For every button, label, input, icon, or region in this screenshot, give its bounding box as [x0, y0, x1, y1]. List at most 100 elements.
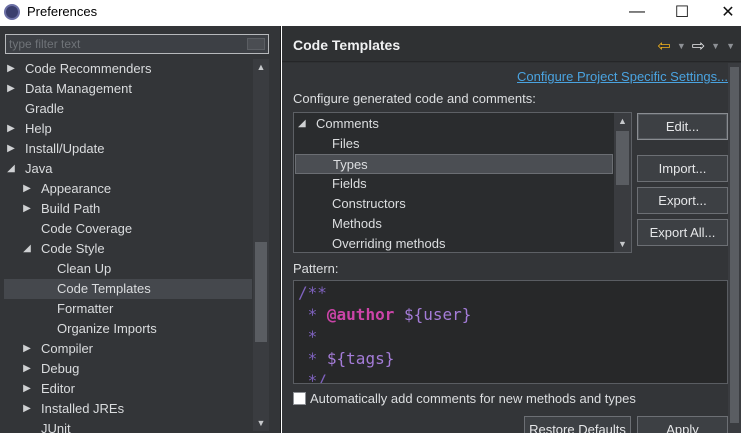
preferences-tree: ▶ Code Recommenders ▶ Data Management Gr…	[0, 59, 252, 433]
scrollbar-thumb[interactable]	[616, 131, 629, 185]
minimize-button[interactable]: —	[617, 0, 657, 24]
tree-item-appearance[interactable]: ▶ Appearance	[0, 179, 252, 199]
pattern-line: * @author ${user}	[298, 305, 472, 324]
auto-comments-checkbox[interactable]	[293, 392, 306, 405]
expand-arrow-icon[interactable]: ▶	[22, 179, 32, 199]
edit-button[interactable]: Edit...	[637, 113, 728, 140]
template-item-files[interactable]: Files	[294, 134, 614, 154]
template-item-overriding-methods[interactable]: Overriding methods	[294, 234, 614, 254]
tree-scrollbar[interactable]: ▲ ▼	[253, 59, 269, 431]
eclipse-app-icon	[4, 4, 20, 20]
tree-item-label: Organize Imports	[57, 321, 157, 336]
tree-item-code-coverage[interactable]: Code Coverage	[0, 219, 252, 239]
pattern-label: Pattern:	[293, 261, 339, 276]
scroll-down-icon[interactable]: ▼	[253, 415, 269, 431]
tree-item-editor[interactable]: ▶ Editor	[0, 379, 252, 399]
history-navigation: ⇦ ▼ ⇨ ▼ ▼	[657, 36, 735, 56]
forward-arrow-icon[interactable]: ⇨	[692, 36, 705, 56]
tree-item-organize-imports[interactable]: Organize Imports	[0, 319, 252, 339]
tree-item-installed-jres[interactable]: ▶ Installed JREs	[0, 399, 252, 419]
view-menu-icon[interactable]: ▼	[726, 41, 735, 51]
auto-comments-option[interactable]: Automatically add comments for new metho…	[293, 391, 636, 406]
import-button[interactable]: Import...	[637, 155, 728, 182]
configure-project-settings-link[interactable]: Configure Project Specific Settings...	[517, 69, 728, 84]
tree-item-build-path[interactable]: ▶ Build Path	[0, 199, 252, 219]
preference-page: Code Templates ⇦ ▼ ⇨ ▼ ▼ Configure Proje…	[282, 26, 741, 433]
expand-arrow-icon[interactable]: ▶	[22, 359, 32, 379]
expand-arrow-icon[interactable]: ▶	[6, 59, 16, 79]
pattern-line: /**	[298, 283, 327, 302]
template-item-fields[interactable]: Fields	[294, 174, 614, 194]
tree-item-compiler[interactable]: ▶ Compiler	[0, 339, 252, 359]
comment-prefix: *	[298, 305, 327, 324]
preferences-navigation-pane: ▶ Code Recommenders ▶ Data Management Gr…	[0, 26, 281, 433]
tree-item-help[interactable]: ▶ Help	[0, 119, 252, 139]
tree-item-junit[interactable]: JUnit	[0, 419, 252, 433]
tree-item-code-style[interactable]: ◢ Code Style	[0, 239, 252, 259]
tree-item-label: Appearance	[41, 181, 112, 196]
restore-defaults-button[interactable]: Restore Defaults	[524, 416, 631, 433]
pattern-line: */	[298, 371, 327, 384]
filter-field[interactable]	[5, 34, 269, 54]
template-item-comments[interactable]: ◢ Comments	[294, 114, 614, 134]
export-all-button[interactable]: Export All...	[637, 219, 728, 246]
comment-prefix: *	[298, 349, 327, 368]
tree-item-clean-up[interactable]: Clean Up	[0, 259, 252, 279]
template-item-types[interactable]: Types	[295, 154, 613, 174]
tree-item-label: Gradle	[25, 101, 65, 116]
page-description: Configure generated code and comments:	[293, 91, 536, 106]
tree-item-code-templates[interactable]: Code Templates	[4, 279, 252, 299]
maximize-button[interactable]: ☐	[662, 0, 702, 24]
tree-item-label: Debug	[41, 361, 80, 376]
templates-tree[interactable]: ◢ Comments Files Types Fields Constructo…	[293, 112, 632, 253]
javadoc-author-tag: @author	[326, 305, 395, 324]
tree-item-label: Clean Up	[57, 261, 112, 276]
clear-filter-button[interactable]	[247, 38, 265, 50]
expand-arrow-icon[interactable]: ▶	[22, 379, 32, 399]
expand-arrow-icon[interactable]: ▶	[6, 139, 16, 159]
expand-arrow-icon[interactable]: ▶	[22, 399, 32, 419]
tree-item-gradle[interactable]: Gradle	[0, 99, 252, 119]
template-item-label: Fields	[332, 176, 367, 191]
tree-item-label: Code Recommenders	[25, 61, 152, 76]
collapse-arrow-icon[interactable]: ◢	[298, 114, 306, 134]
forward-dropdown-icon[interactable]: ▼	[711, 41, 720, 51]
filter-input[interactable]	[6, 35, 244, 53]
close-button[interactable]: ✕	[708, 0, 741, 24]
scrollbar-thumb[interactable]	[730, 67, 739, 423]
tree-item-formatter[interactable]: Formatter	[0, 299, 252, 319]
template-item-label: Constructors	[332, 196, 406, 211]
expand-arrow-icon[interactable]: ▶	[6, 79, 16, 99]
template-item-label: Files	[332, 136, 360, 151]
tree-item-label: Help	[25, 121, 52, 136]
apply-button[interactable]: Apply	[637, 416, 728, 433]
page-scrollbar[interactable]	[728, 63, 741, 433]
templates-scrollbar[interactable]: ▲ ▼	[614, 113, 631, 252]
scroll-up-icon[interactable]: ▲	[253, 59, 269, 75]
page-content: Configure Project Specific Settings... C…	[282, 63, 741, 433]
expand-arrow-icon[interactable]: ▶	[6, 119, 16, 139]
expand-arrow-icon[interactable]: ▶	[22, 339, 32, 359]
tree-item-java[interactable]: ◢ Java	[0, 159, 252, 179]
tree-item-label: Code Templates	[57, 281, 151, 296]
page-header: Code Templates ⇦ ▼ ⇨ ▼ ▼	[282, 26, 741, 62]
tree-item-data-management[interactable]: ▶ Data Management	[0, 79, 252, 99]
scroll-down-icon[interactable]: ▼	[614, 236, 631, 252]
scroll-up-icon[interactable]: ▲	[614, 113, 631, 129]
scrollbar-thumb[interactable]	[255, 242, 267, 342]
export-button[interactable]: Export...	[637, 187, 728, 214]
template-item-constructors[interactable]: Constructors	[294, 194, 614, 214]
tree-item-label: Data Management	[25, 81, 132, 96]
back-dropdown-icon[interactable]: ▼	[677, 41, 686, 51]
tree-item-debug[interactable]: ▶ Debug	[0, 359, 252, 379]
template-item-label: Methods	[332, 216, 382, 231]
tree-item-install-update[interactable]: ▶ Install/Update	[0, 139, 252, 159]
collapse-arrow-icon[interactable]: ◢	[22, 239, 32, 259]
pattern-editor[interactable]: /** * @author ${user} * * ${tags} */	[293, 280, 728, 384]
tree-item-code-recommenders[interactable]: ▶ Code Recommenders	[0, 59, 252, 79]
template-item-methods[interactable]: Methods	[294, 214, 614, 234]
tree-item-label: Formatter	[57, 301, 114, 316]
expand-arrow-icon[interactable]: ▶	[22, 199, 32, 219]
collapse-arrow-icon[interactable]: ◢	[6, 159, 16, 179]
back-arrow-icon[interactable]: ⇦	[657, 36, 670, 56]
